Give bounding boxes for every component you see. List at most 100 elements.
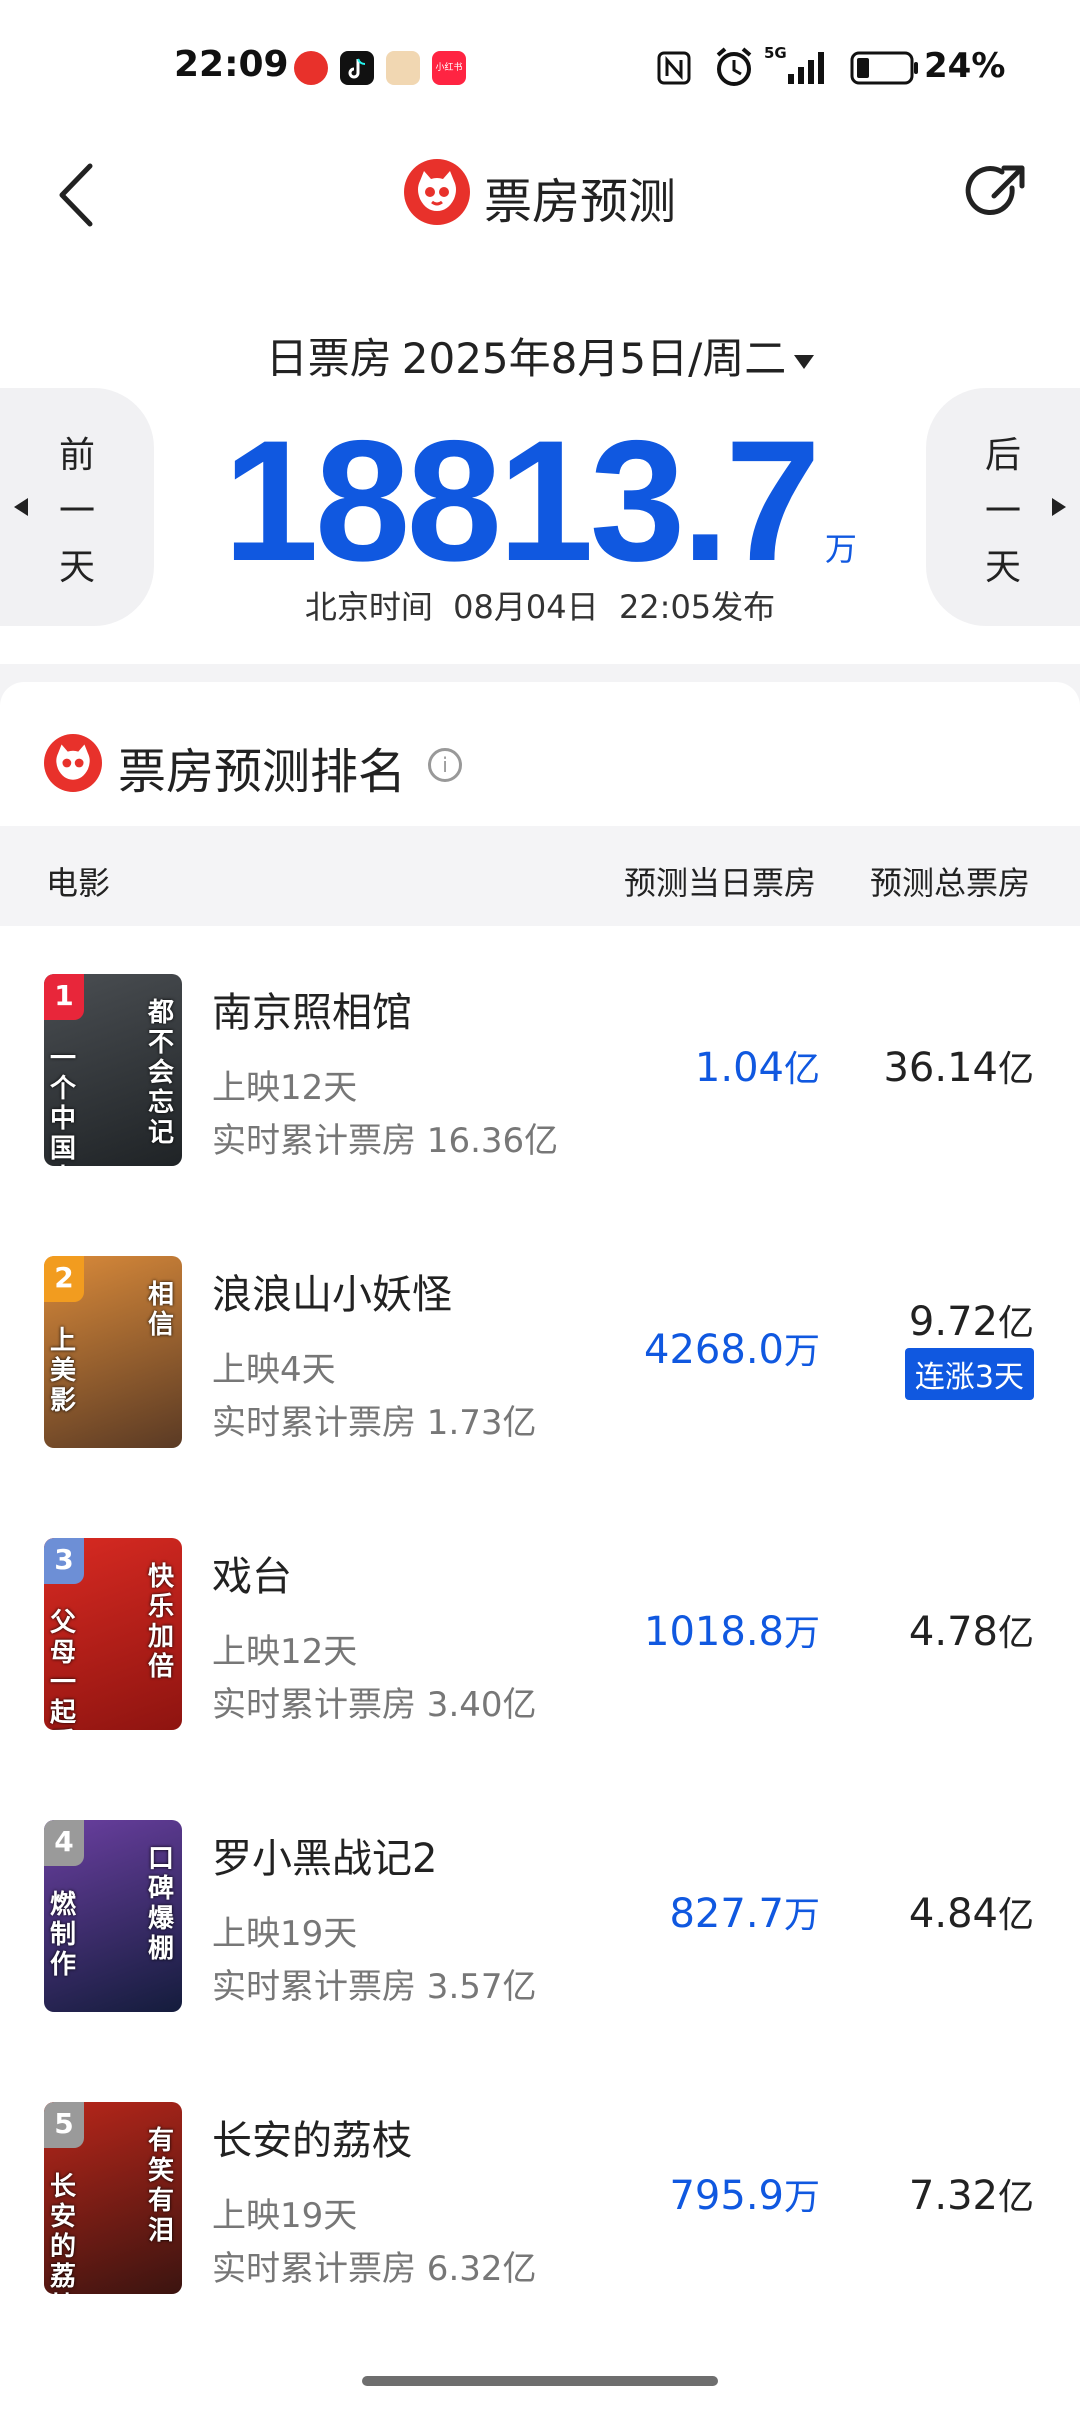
today-forecast-value: 827.7 [669, 1891, 784, 1937]
rank-badge: 3 [44, 1538, 84, 1584]
today-forecast-unit: 亿 [783, 1049, 820, 1090]
rank-badge: 2 [44, 1256, 84, 1302]
total-forecast-value: 36.14 [883, 1045, 998, 1091]
movie-row[interactable]: 快乐加倍 父母一起看 3 戏台上映12天实时累计票房 3.40亿 1018.8万 4.78… [0, 1532, 1080, 1762]
today-forecast: 1.04亿 [695, 1040, 820, 1092]
daily-box-office-label: 日票房 [265, 334, 392, 383]
column-total-forecast: 预测总票房 [870, 864, 1031, 902]
today-forecast: 827.7万 [669, 1886, 820, 1938]
movie-title: 南京照相馆 [212, 990, 412, 1036]
movie-poster[interactable]: 有笑有泪 长安的荔枝 5 [44, 2102, 182, 2294]
movie-title: 长安的荔枝 [212, 2118, 412, 2164]
poster-text: 长安的荔枝 [50, 2172, 77, 2294]
today-forecast-unit: 万 [783, 1331, 820, 1372]
forecast-total-unit: 万 [824, 530, 857, 568]
poster-text: 上美影 [50, 1326, 77, 1416]
today-forecast: 795.9万 [669, 2168, 820, 2220]
rank-badge: 1 [44, 974, 84, 1020]
xiaohongshu-icon: 小红书 [432, 51, 466, 85]
column-header: 电影 预测当日票房 预测总票房 [0, 826, 1080, 926]
movie-poster[interactable]: 都不会忘记 一个中国人 1 [44, 974, 182, 1166]
info-icon[interactable]: i [428, 748, 462, 782]
date-selector[interactable]: 日票房 2025年8月5日/周二 [0, 325, 1080, 386]
column-today-forecast: 预测当日票房 [624, 864, 817, 902]
movie-poster[interactable]: 口碑爆棚 燃制作 4 [44, 1820, 182, 2012]
movie-title: 罗小黑战记2 [212, 1836, 438, 1882]
poster-text: 相信 [148, 1280, 175, 1340]
dropdown-arrow-icon [794, 354, 815, 369]
total-forecast-unit: 亿 [997, 1049, 1034, 1090]
movie-row[interactable]: 都不会忘记一个中国人1南京照相馆上映12天实时累计票房 16.36亿1.04亿3… [0, 968, 1080, 1198]
signal-icon [788, 52, 824, 84]
maoyan-logo-icon [44, 734, 102, 792]
movie-poster[interactable]: 快乐加倍 父母一起看 3 [44, 1538, 182, 1730]
selected-date: 2025年8月5日/周二 [401, 334, 787, 383]
cumulative-box-office: 实时累计票房 16.36亿 [212, 1121, 559, 1161]
movie-row[interactable]: 口碑爆棚 燃制作 4 罗小黑战记2 上映19天 实时累计票房 3.57亿 827.7万 4.8… [0, 1814, 1080, 2044]
share-icon[interactable] [964, 160, 1030, 226]
today-forecast-value: 1018.8 [644, 1609, 784, 1655]
ranking-title: 票房预测排名 [118, 744, 407, 800]
poster-text: 燃制作 [50, 1890, 77, 1980]
rank-badge: 4 [44, 1820, 84, 1866]
today-forecast-value: 795.9 [669, 2173, 784, 2219]
poster-text: 父母一起看 [50, 1608, 77, 1730]
poster-text: 快乐加倍 [148, 1562, 175, 1682]
status-time: 22:09 [174, 44, 289, 85]
column-movie: 电影 [46, 864, 111, 902]
total-forecast-unit: 亿 [997, 1303, 1034, 1344]
rank-badge: 5 [44, 2102, 84, 2148]
total-forecast-value: 9.72 [908, 1299, 998, 1345]
home-indicator[interactable] [362, 2376, 718, 2386]
publish-time: 北京时间 08月04日 22:05发布 [304, 588, 776, 626]
days-released: 上映12天 [212, 1632, 358, 1672]
movie-row[interactable]: 相信上美影 2 浪浪山小妖怪上映4天实时累计票房 1.73亿 4268.0万 9.72亿… [0, 1250, 1080, 1480]
movie-title: 戏台 [212, 1554, 292, 1600]
battery-icon [850, 51, 918, 85]
forecast-total-value: 18813.7 [223, 405, 821, 597]
rising-streak-badge: 连涨3天 [904, 1348, 1034, 1400]
movie-row[interactable]: 有笑有泪长安的荔枝5长安的荔枝上映19天实时累计票房 6.32亿795.9万7.… [0, 2096, 1080, 2326]
poster-text: 一个中国人 [50, 1044, 77, 1166]
days-released: 上映4天 [212, 1350, 336, 1390]
pet-app-icon [386, 51, 420, 85]
cumulative-box-office: 实时累计票房 3.40亿 [212, 1685, 537, 1725]
cumulative-box-office: 实时累计票房 3.57亿 [212, 1967, 537, 2007]
movie-poster[interactable]: 相信上美影 2 [44, 1256, 182, 1448]
network-type: 5G [764, 44, 787, 62]
total-forecast-unit: 亿 [997, 2177, 1034, 2218]
total-forecast: 9.72亿 [909, 1294, 1034, 1346]
today-forecast: 1018.8万 [644, 1604, 820, 1656]
cumulative-box-office: 实时累计票房 1.73亿 [212, 1403, 537, 1443]
maoyan-icon [294, 51, 328, 85]
total-forecast-value: 4.84 [908, 1891, 998, 1937]
today-forecast-value: 4268.0 [644, 1327, 784, 1373]
alarm-icon [716, 47, 752, 86]
today-forecast-unit: 万 [783, 2177, 820, 2218]
daily-forecast-total: 18813.7 万 [0, 402, 1080, 600]
page-title: 票房预测 [484, 174, 677, 230]
total-forecast-unit: 亿 [997, 1895, 1034, 1936]
total-forecast: 4.78亿 [909, 1604, 1034, 1656]
today-forecast-unit: 万 [783, 1613, 820, 1654]
total-forecast-unit: 亿 [997, 1613, 1034, 1654]
battery-percent: 24% [924, 46, 1006, 86]
poster-text: 都不会忘记 [148, 998, 175, 1148]
days-released: 上映12天 [212, 1068, 358, 1108]
status-bar: 22:09 小红书 5G 24% [0, 0, 1080, 130]
tiktok-icon [340, 51, 374, 85]
total-forecast-value: 4.78 [908, 1609, 998, 1655]
maoyan-logo-icon [404, 159, 470, 225]
total-forecast-value: 7.32 [908, 2173, 998, 2219]
total-forecast: 4.84亿 [909, 1886, 1034, 1938]
total-forecast: 36.14亿 [883, 1040, 1034, 1092]
nfc-icon [657, 51, 691, 85]
back-arrow-icon[interactable] [52, 160, 102, 230]
cumulative-box-office: 实时累计票房 6.32亿 [212, 2249, 537, 2289]
movie-title: 浪浪山小妖怪 [212, 1272, 452, 1318]
today-forecast-value: 1.04 [694, 1045, 784, 1091]
total-forecast: 7.32亿 [909, 2168, 1034, 2220]
today-forecast: 4268.0万 [644, 1322, 820, 1374]
days-released: 上映19天 [212, 2196, 358, 2236]
days-released: 上映19天 [212, 1914, 358, 1954]
